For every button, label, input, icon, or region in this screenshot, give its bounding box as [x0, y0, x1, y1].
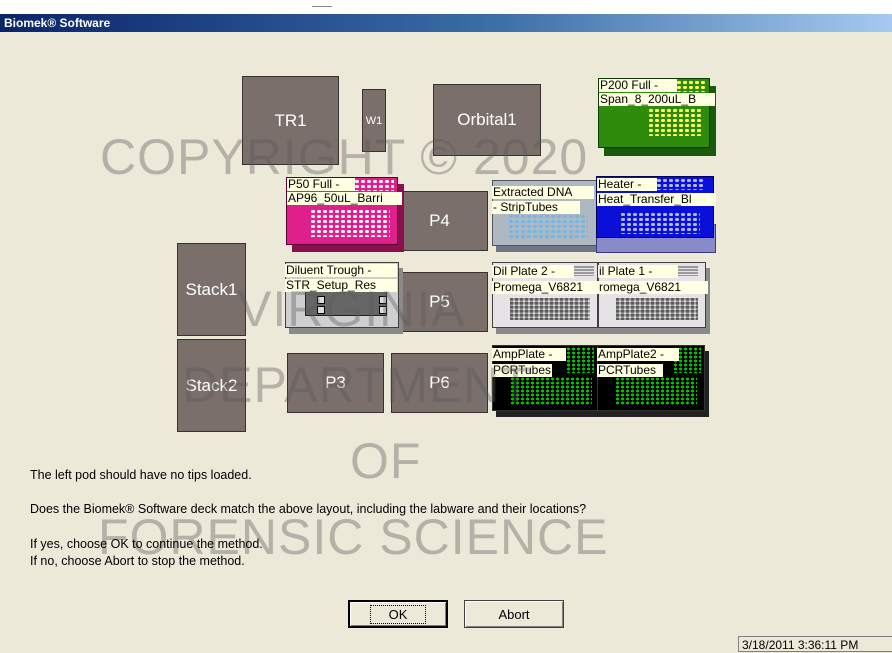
label-line: P50 Full - [288, 178, 340, 191]
message-yes: If yes, choose OK to continue the method… [30, 537, 263, 551]
deck-position-stack2: Stack2 [177, 339, 246, 432]
tube-grid [510, 377, 592, 405]
labware-label: Extracted DNA [492, 186, 594, 199]
labware-label: Promega_V6821 [492, 281, 600, 294]
abort-button-label: Abort [498, 606, 530, 622]
label-line: romega_V6821 [599, 281, 682, 294]
labware-extracted-dna: Extracted DNA - StripTubes [492, 180, 602, 252]
well-grid [616, 298, 698, 320]
message-question: Does the Biomek® Software deck match the… [30, 502, 587, 516]
tip-grid [354, 179, 394, 191]
ok-button[interactable]: OK [348, 600, 448, 628]
label-line: AP96_50uL_Barri [288, 192, 383, 205]
ok-button-label: OK [369, 604, 427, 624]
deck-position-p5: P5 [391, 272, 488, 332]
labware-label: Dil Plate 2 - [492, 265, 574, 278]
labware-amp-plate-2: AmpPlate2 - PCRTubes [597, 345, 709, 417]
trough-slot [317, 306, 325, 314]
trough-slot [379, 296, 387, 304]
labware-label: il Plate 1 - [598, 265, 678, 278]
labware-label: AP96_50uL_Barri [287, 192, 402, 205]
label-line: Heater - [598, 178, 642, 191]
tip-grid [676, 80, 706, 92]
label-line: - StripTubes [493, 201, 558, 214]
label-line: il Plate 1 - [599, 265, 653, 278]
well-grid [574, 266, 594, 276]
position-label: P6 [429, 373, 450, 392]
deck-position-p6: P6 [391, 353, 488, 413]
deck-position-p3: P3 [287, 353, 384, 413]
label-line: PCRTubes [598, 364, 657, 377]
deck-position-tr1: TR1 [242, 76, 339, 165]
labware-label: Diluent Trough - [285, 264, 397, 277]
position-label: TR1 [274, 110, 307, 130]
label-line: Diluent Trough - [286, 264, 372, 277]
tip-grid [310, 209, 390, 237]
position-label: Orbital1 [457, 110, 517, 129]
position-label: Stack1 [185, 279, 238, 299]
message-no: If no, choose Abort to stop the method. [30, 554, 245, 568]
labware-diluent-trough: Diluent Trough - STR_Setup_Res [285, 262, 403, 334]
abort-button[interactable]: Abort [464, 600, 564, 628]
labware-heater: Heater - Heat_Transfer_Bl [596, 176, 716, 253]
labware-label: PCRTubes [492, 364, 552, 377]
labware-label: P50 Full - [287, 178, 355, 191]
position-label: Stack2 [185, 375, 238, 395]
label-line: P200 Full - [600, 79, 659, 92]
well-grid [656, 178, 704, 190]
label-line: Heat_Transfer_Bl [598, 193, 692, 206]
label-line: AmpPlate2 - [598, 348, 665, 361]
labware-label: Span_8_200uL_B [599, 93, 715, 106]
position-label: W1 [365, 114, 383, 127]
label-line: Extracted DNA [493, 186, 573, 199]
deck-position-p4: P4 [391, 191, 488, 251]
top-strip [0, 0, 892, 14]
label-line: STR_Setup_Res [286, 279, 377, 292]
labware-amp-plate-1: AmpPlate - PCRTubes [492, 345, 602, 417]
label-line: Promega_V6821 [493, 281, 584, 294]
labware-label: STR_Setup_Res [285, 279, 397, 292]
message-tips: The left pod should have no tips loaded. [30, 468, 252, 482]
position-label: P4 [429, 211, 450, 230]
labware-dil-plate-1: il Plate 1 - romega_V6821 [598, 262, 710, 334]
position-label: P3 [325, 373, 346, 392]
labware-label: Heat_Transfer_Bl [597, 193, 716, 206]
trough-slot [379, 306, 387, 314]
position-label: P5 [429, 292, 450, 311]
labware-label: P200 Full - [599, 79, 677, 92]
tip-grid [648, 108, 702, 136]
well-grid [510, 298, 590, 320]
well-grid [678, 266, 698, 276]
labware-label: Heater - [597, 178, 657, 191]
tube-grid [566, 347, 594, 373]
deck-position-orbital1: Orbital1 [433, 84, 541, 156]
strip-mark [312, 6, 332, 7]
tube-grid [508, 214, 588, 238]
label-line: PCRTubes [493, 364, 552, 377]
label-line: Dil Plate 2 - [493, 265, 556, 278]
well-grid [620, 212, 700, 234]
deck-position-stack1: Stack1 [177, 243, 246, 336]
label-line: AmpPlate - [493, 348, 553, 361]
labware-p200-tips: P200 Full - Span_8_200uL_B [598, 78, 716, 156]
label-line: Span_8_200uL_B [600, 93, 697, 106]
labware-label: AmpPlate2 - [597, 348, 679, 361]
tube-grid [615, 377, 697, 405]
labware-label: PCRTubes [597, 364, 663, 377]
labware-p50-tips: P50 Full - AP96_50uL_Barri [286, 177, 404, 252]
labware-label: romega_V6821 [598, 281, 708, 294]
window-title: Biomek® Software [0, 14, 892, 32]
labware-dil-plate-2: Dil Plate 2 - Promega_V6821 [492, 262, 602, 334]
labware-label: - StripTubes [492, 201, 580, 214]
trough-slot [317, 296, 325, 304]
deck-position-w1: W1 [362, 89, 386, 152]
labware-label: AmpPlate - [492, 348, 566, 361]
